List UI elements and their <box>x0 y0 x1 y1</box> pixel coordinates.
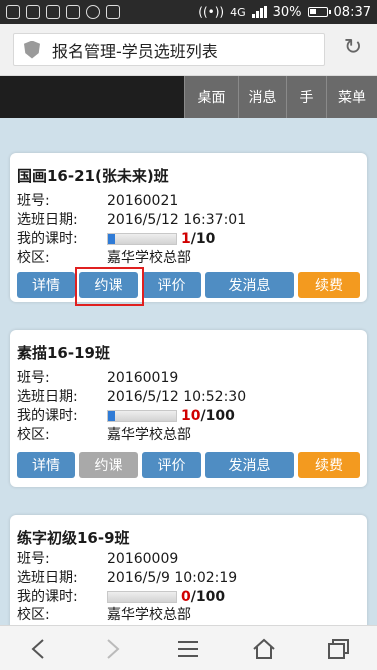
campus-label: 校区: <box>17 607 50 623</box>
select-date-row: 选班日期: 2016/5/12 10:52:30 <box>17 387 357 407</box>
class-no-value: 20160009 <box>107 551 179 567</box>
hours-label: 我的课时: <box>17 231 78 247</box>
app-nav: 桌面 消息 手 菜单 <box>0 76 377 118</box>
renew-button[interactable]: 续费 <box>298 452 360 478</box>
hours-progress-bar <box>107 410 177 422</box>
nav-hand[interactable]: 手 <box>286 76 326 118</box>
image-icon <box>106 5 120 19</box>
select-date-row: 选班日期: 2016/5/9 10:02:19 <box>17 568 357 588</box>
campus-row: 校区: 嘉华学校总部 <box>17 248 357 268</box>
clock: 08:37 <box>333 4 371 20</box>
hours-row: 我的课时: 10/100 <box>17 406 357 426</box>
hours-label: 我的课时: <box>17 589 78 605</box>
hours-value: 10/100 <box>107 406 235 426</box>
hours-total: /10 <box>190 231 216 247</box>
battery-icon <box>307 7 331 17</box>
class-no-value: 20160021 <box>107 193 179 209</box>
progress-fill <box>108 234 115 244</box>
home-icon[interactable] <box>234 626 294 670</box>
book-button[interactable]: 约课 <box>79 272 138 298</box>
campus-value: 嘉华学校总部 <box>107 607 191 623</box>
campus-row: 校区: 嘉华学校总部 <box>17 425 357 445</box>
hours-used: 0 <box>181 589 191 605</box>
select-date-value: 2016/5/9 10:02:19 <box>107 570 238 586</box>
hours-total: /100 <box>190 589 226 605</box>
hours-total: /100 <box>200 408 235 424</box>
class-card: 国画16-21(张未来)班 班号: 20160021 选班日期: 2016/5/… <box>10 153 367 306</box>
hours-value: 1/10 <box>107 229 215 249</box>
browser-bar: 报名管理-学员选班列表 ↻ <box>0 24 377 76</box>
address-bar[interactable]: 报名管理-学员选班列表 <box>13 33 325 66</box>
progress-fill <box>108 411 115 421</box>
class-no-label: 班号: <box>17 551 50 567</box>
hours-row: 我的课时: 0/100 <box>17 587 357 607</box>
hours-used: 1 <box>181 231 191 247</box>
message-button[interactable]: 发消息 <box>205 272 294 298</box>
class-no-value: 20160019 <box>107 370 179 386</box>
message-button[interactable]: 发消息 <box>205 452 294 478</box>
battery-percent: 30% <box>272 4 302 20</box>
review-button[interactable]: 评价 <box>142 452 201 478</box>
settings-icon <box>66 5 80 19</box>
class-no-row: 班号: 20160021 <box>17 191 357 211</box>
shield-icon <box>24 40 40 59</box>
class-no-label: 班号: <box>17 193 50 209</box>
select-date-value: 2016/5/12 16:37:01 <box>107 212 247 228</box>
class-no-label: 班号: <box>17 370 50 386</box>
campus-row: 校区: 嘉华学校总部 <box>17 605 357 625</box>
select-date-value: 2016/5/12 10:52:30 <box>107 389 247 405</box>
book-button-disabled[interactable]: 约课 <box>79 452 138 478</box>
class-title: 素描16-19班 <box>17 344 110 362</box>
select-date-row: 选班日期: 2016/5/12 16:37:01 <box>17 210 357 230</box>
nav-desktop[interactable]: 桌面 <box>184 76 238 118</box>
wifi-icon: ((•)) <box>198 5 225 19</box>
signal-icon <box>251 6 267 18</box>
hours-label: 我的课时: <box>17 408 78 424</box>
clipboard-icon <box>46 5 60 19</box>
hours-value: 0/100 <box>107 587 225 607</box>
select-date-label: 选班日期: <box>17 570 78 586</box>
tabs-icon[interactable] <box>309 626 369 670</box>
campus-label: 校区: <box>17 427 50 443</box>
class-no-row: 班号: 20160009 <box>17 549 357 569</box>
class-card: 练字初级16-9班 班号: 20160009 选班日期: 2016/5/9 10… <box>10 515 367 625</box>
action-buttons: 详情 约课 评价 发消息 续费 <box>17 272 360 298</box>
campus-value: 嘉华学校总部 <box>107 427 191 443</box>
nav-menu[interactable]: 菜单 <box>326 76 377 118</box>
select-date-label: 选班日期: <box>17 212 78 228</box>
select-date-label: 选班日期: <box>17 389 78 405</box>
detail-button[interactable]: 详情 <box>17 272 75 298</box>
back-icon[interactable] <box>8 626 68 670</box>
reload-icon[interactable]: ↻ <box>341 36 365 60</box>
gallery-icon <box>6 5 20 19</box>
sun-icon <box>86 5 100 19</box>
class-no-row: 班号: 20160019 <box>17 368 357 388</box>
class-title: 国画16-21(张未来)班 <box>17 167 169 185</box>
network-type: 4G <box>230 5 246 19</box>
detail-button[interactable]: 详情 <box>17 452 75 478</box>
class-list[interactable]: 国画16-21(张未来)班 班号: 20160021 选班日期: 2016/5/… <box>0 118 377 625</box>
menu-icon[interactable] <box>158 626 218 670</box>
hours-progress-bar <box>107 591 177 603</box>
hours-progress-bar <box>107 233 177 245</box>
review-button[interactable]: 评价 <box>142 272 201 298</box>
hours-used: 10 <box>181 408 201 424</box>
wechat-icon <box>26 5 40 19</box>
renew-button[interactable]: 续费 <box>298 272 360 298</box>
class-title: 练字初级16-9班 <box>17 529 130 547</box>
campus-value: 嘉华学校总部 <box>107 250 191 266</box>
class-card: 素描16-19班 班号: 20160019 选班日期: 2016/5/12 10… <box>10 330 367 487</box>
campus-label: 校区: <box>17 250 50 266</box>
nav-messages[interactable]: 消息 <box>238 76 286 118</box>
action-buttons: 详情 约课 评价 发消息 续费 <box>17 452 360 478</box>
hours-row: 我的课时: 1/10 <box>17 229 357 249</box>
page-title: 报名管理-学员选班列表 <box>52 41 218 61</box>
forward-icon[interactable] <box>83 626 143 670</box>
browser-bottom-toolbar <box>0 625 377 670</box>
status-bar: ((•)) 4G 30% 08:37 <box>0 0 377 24</box>
